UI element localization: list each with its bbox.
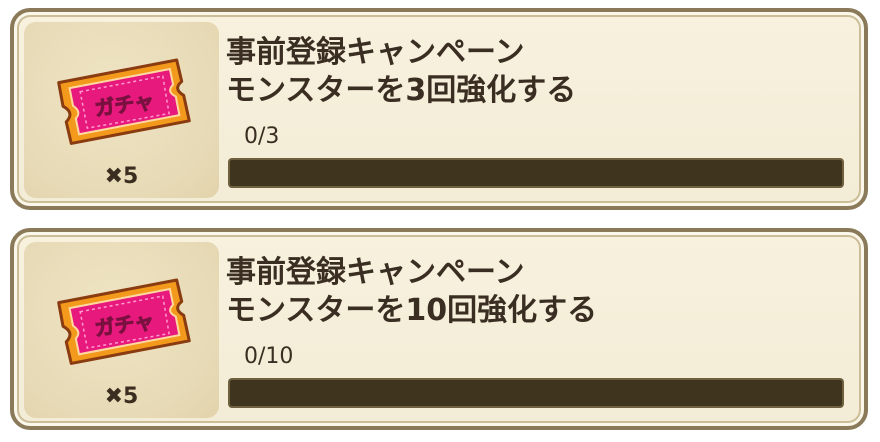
progress-count: 0/10	[244, 344, 294, 369]
mission-title-line1: 事前登録キャンペーン	[226, 35, 525, 70]
progress-bar	[230, 380, 842, 406]
mission-title: 事前登録キャンペーン モンスターを3回強化する	[226, 34, 576, 110]
reward-panel: ガチャ ✖5	[24, 242, 219, 418]
progress-bar	[230, 160, 842, 186]
mission-title-line2: モンスターを10回強化する	[226, 293, 598, 328]
mission-list: ガチャ ✖5 事前登録キャンペーン モンスターを3回強化する 0/3 ガチャ ✖…	[0, 0, 880, 442]
gacha-ticket-icon: ガチャ	[50, 56, 195, 148]
mission-title: 事前登録キャンペーン モンスターを10回強化する	[226, 254, 597, 330]
mission-card[interactable]: ガチャ ✖5 事前登録キャンペーン モンスターを3回強化する 0/3	[10, 8, 868, 210]
mission-title-line2: モンスターを3回強化する	[226, 73, 577, 108]
progress-count: 0/3	[244, 124, 280, 149]
gacha-ticket-icon: ガチャ	[50, 276, 195, 368]
mission-title-line1: 事前登録キャンペーン	[226, 255, 525, 290]
reward-quantity: ✖5	[104, 164, 139, 189]
reward-quantity: ✖5	[104, 384, 139, 409]
mission-card[interactable]: ガチャ ✖5 事前登録キャンペーン モンスターを10回強化する 0/10	[10, 228, 868, 430]
reward-panel: ガチャ ✖5	[24, 22, 219, 198]
